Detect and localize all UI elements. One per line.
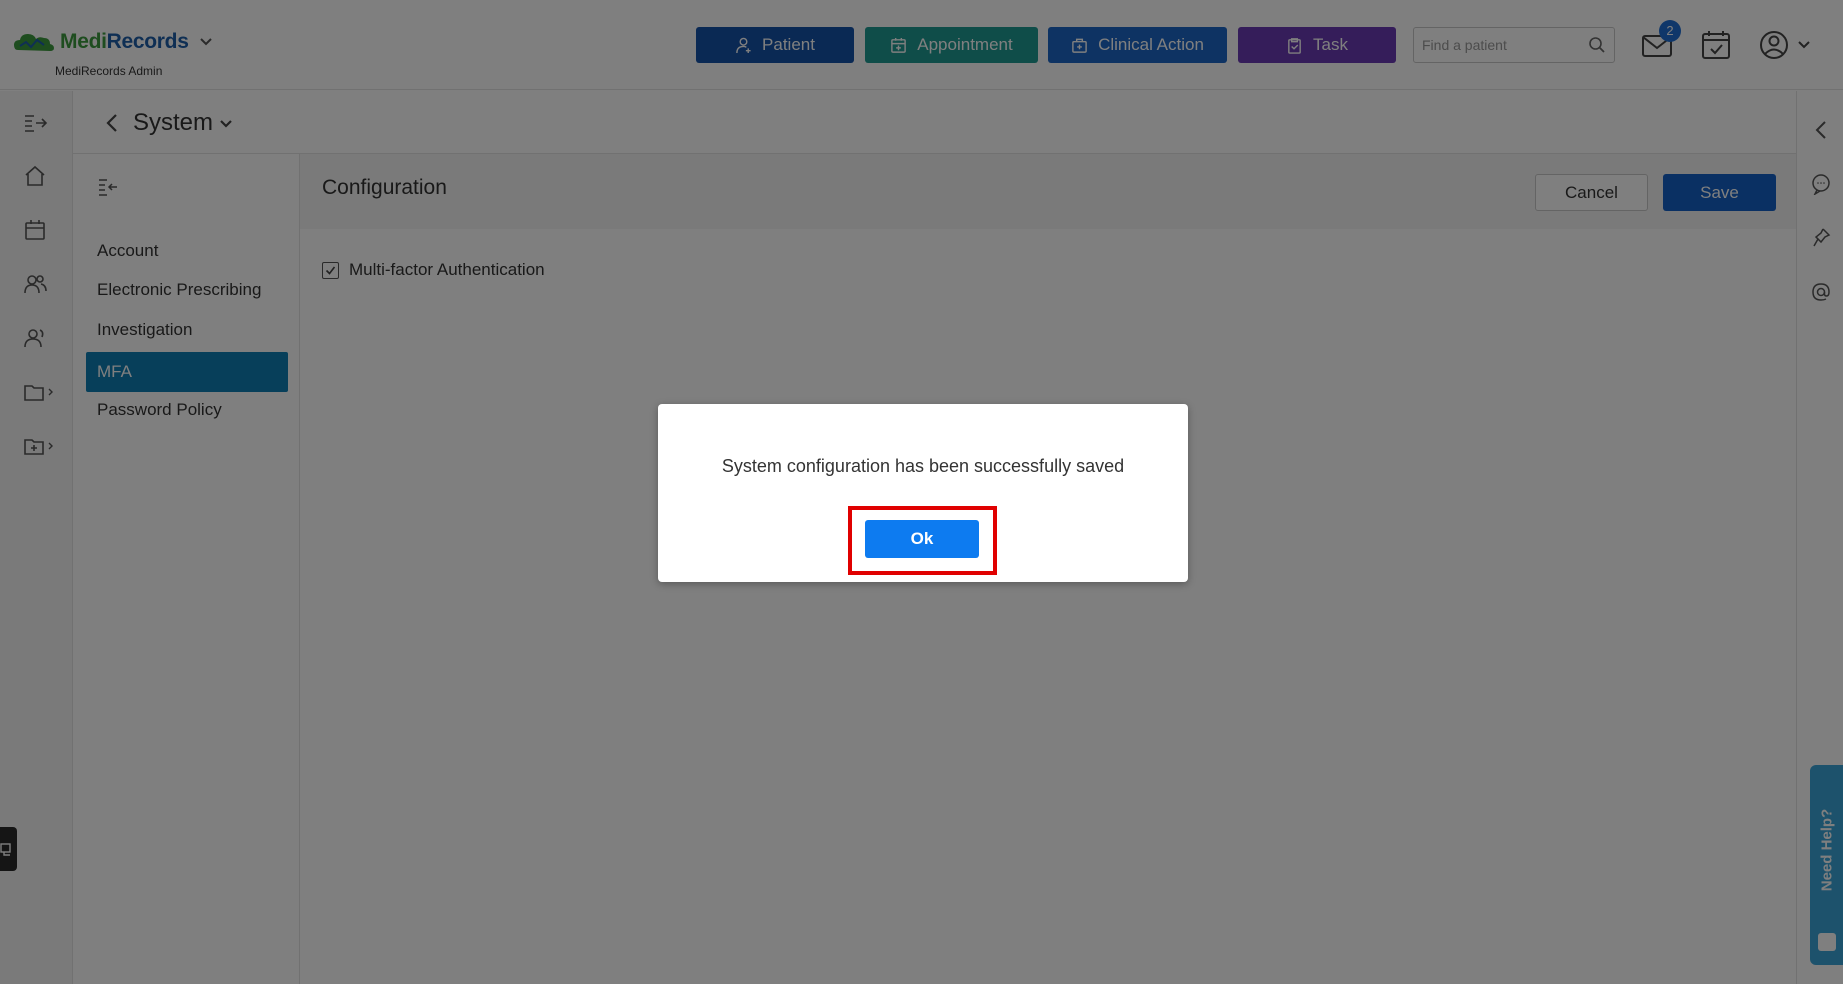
ok-button[interactable]: Ok [865, 520, 979, 558]
save-confirmation-dialog: System configuration has been successful… [658, 404, 1188, 582]
dialog-message: System configuration has been successful… [721, 456, 1125, 476]
